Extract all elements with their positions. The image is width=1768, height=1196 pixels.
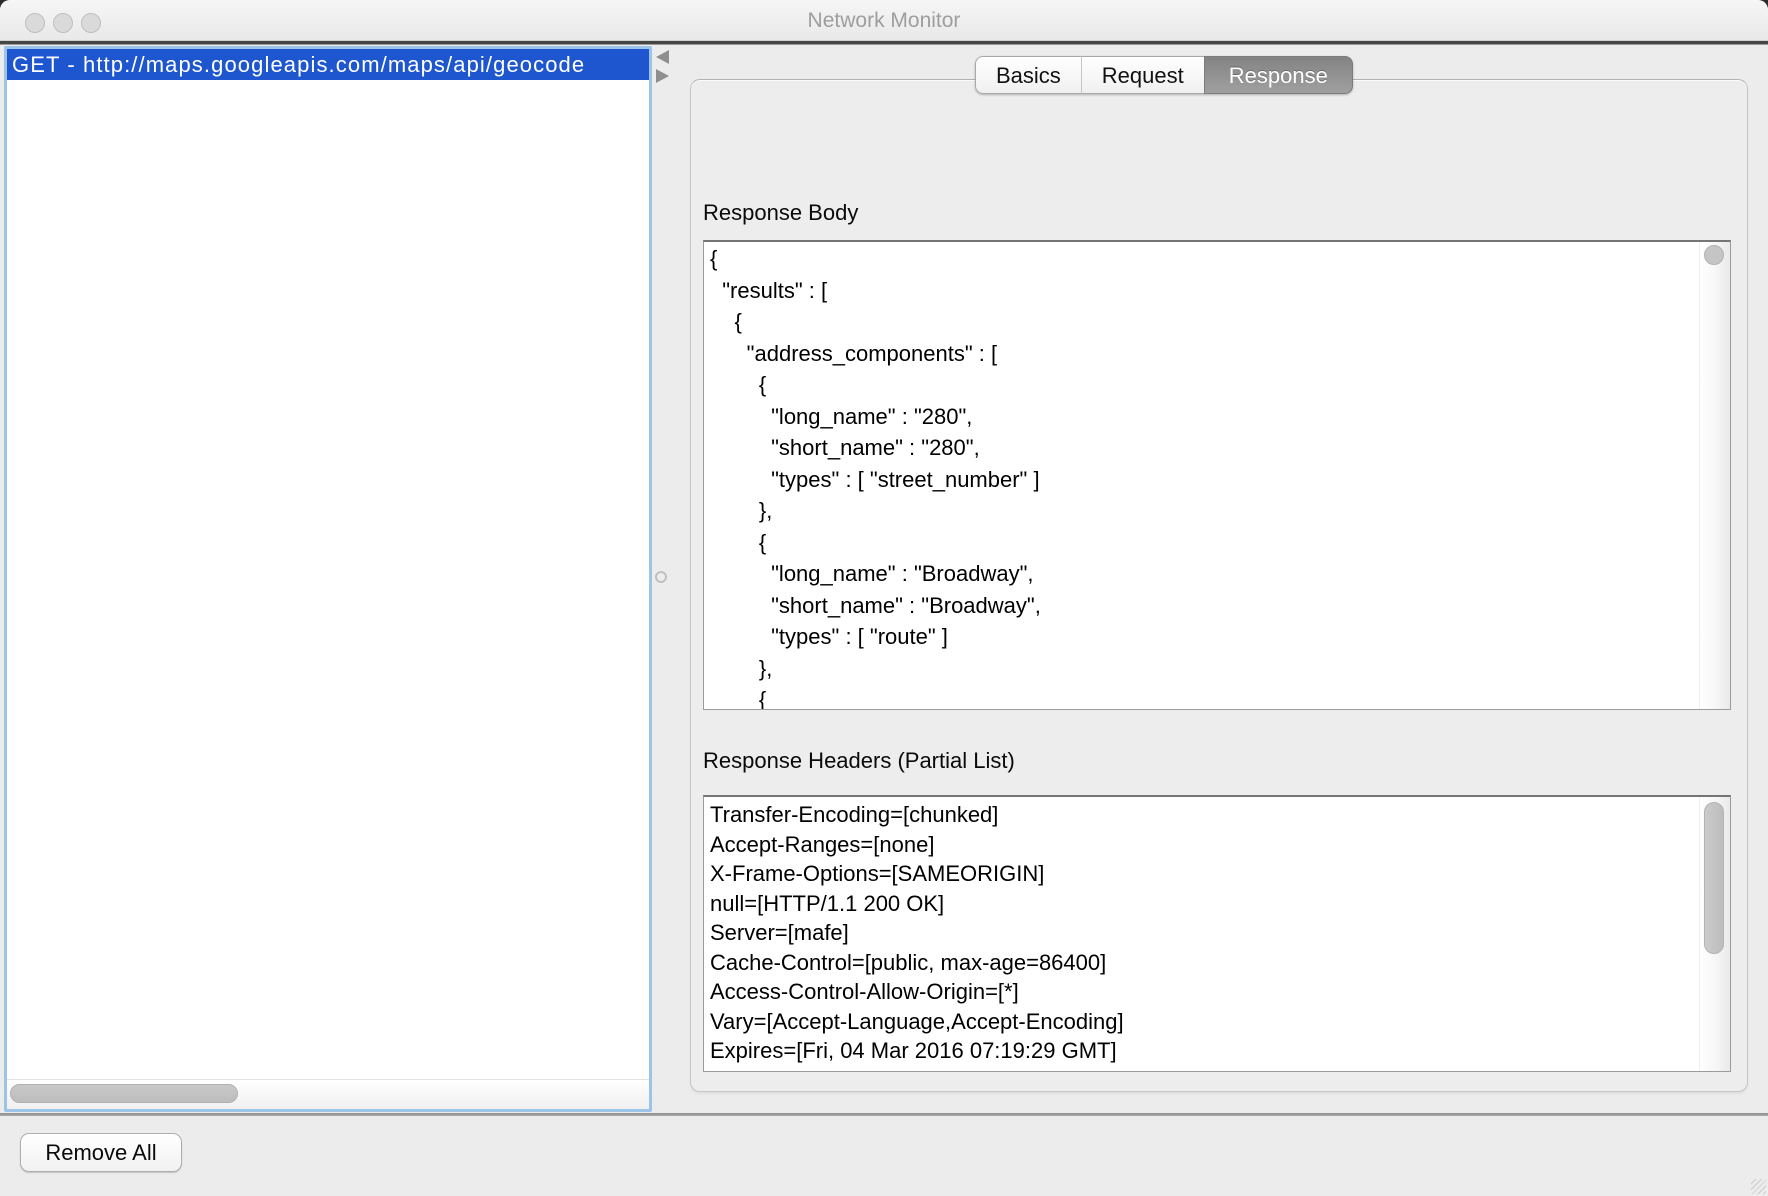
response-body-scrollbar-thumb[interactable] [1704, 245, 1724, 265]
response-headers-textarea[interactable]: Transfer-Encoding=[chunked] Accept-Range… [703, 795, 1731, 1072]
request-list-horizontal-scrollbar[interactable] [7, 1079, 649, 1109]
network-monitor-window: Network Monitor GET - http://maps.google… [0, 0, 1768, 1196]
remove-all-button[interactable]: Remove All [20, 1133, 182, 1172]
horizontal-scrollbar-thumb[interactable] [10, 1084, 238, 1103]
splitter-collapse-left-icon[interactable] [656, 50, 669, 64]
response-body-label: Response Body [703, 200, 858, 226]
resize-grip[interactable] [1751, 1179, 1766, 1194]
title-bar: Network Monitor [0, 0, 1768, 40]
response-headers-text: Transfer-Encoding=[chunked] Accept-Range… [710, 798, 1696, 1071]
response-body-textarea[interactable]: { "results" : [ { "address_components" :… [703, 240, 1731, 710]
tab-response[interactable]: Response [1204, 56, 1353, 94]
titlebar-separator [0, 40, 1768, 45]
request-list[interactable]: GET - http://maps.googleapis.com/maps/ap… [4, 46, 652, 1112]
tab-request[interactable]: Request [1081, 56, 1204, 94]
response-headers-scrollbar-thumb[interactable] [1704, 802, 1724, 954]
response-headers-scrollbar[interactable] [1699, 797, 1730, 1071]
footer-bar: Remove All [0, 1116, 1768, 1196]
request-list-item[interactable]: GET - http://maps.googleapis.com/maps/ap… [7, 49, 649, 80]
response-body-text: { "results" : [ { "address_components" :… [710, 243, 1696, 709]
tab-bar: Basics Request Response [975, 56, 1353, 94]
response-headers-label: Response Headers (Partial List) [703, 748, 1015, 774]
splitter-handle[interactable] [655, 571, 667, 583]
splitter-expand-right-icon[interactable] [656, 69, 669, 83]
tab-basics[interactable]: Basics [975, 56, 1081, 94]
response-body-scrollbar[interactable] [1699, 242, 1730, 709]
window-title: Network Monitor [0, 0, 1768, 40]
